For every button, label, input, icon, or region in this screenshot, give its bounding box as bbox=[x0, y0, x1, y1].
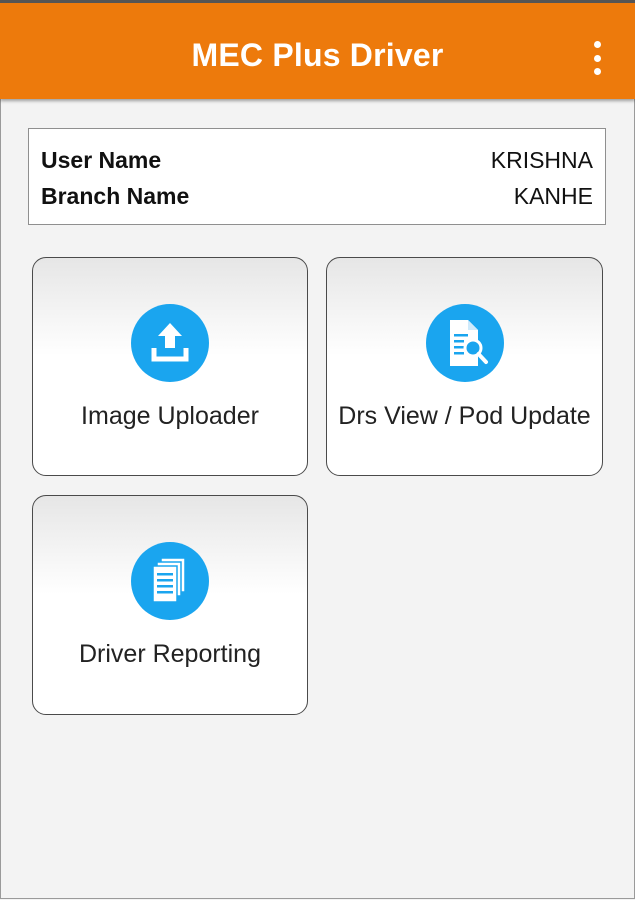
branch-name-label: Branch Name bbox=[41, 182, 190, 209]
document-search-icon bbox=[425, 304, 504, 382]
driver-reporting-tile[interactable]: Driver Reporting bbox=[32, 495, 308, 715]
image-uploader-label: Image Uploader bbox=[81, 402, 259, 430]
image-uploader-tile[interactable]: Image Uploader bbox=[32, 257, 308, 476]
user-info-panel: User Name KRISHNA Branch Name KANHE bbox=[28, 128, 606, 225]
branch-name-value: KANHE bbox=[513, 182, 593, 209]
user-name-value: KRISHNA bbox=[490, 146, 593, 173]
documents-icon bbox=[131, 542, 209, 620]
drs-view-pod-update-tile[interactable]: Drs View / Pod Update bbox=[326, 257, 603, 476]
app-bar: MEC Plus Driver bbox=[0, 0, 635, 99]
more-vert-icon[interactable] bbox=[587, 41, 607, 75]
user-name-row: User Name KRISHNA bbox=[41, 145, 593, 175]
driver-reporting-label: Driver Reporting bbox=[78, 640, 261, 668]
user-name-label: User Name bbox=[41, 146, 162, 173]
app-title: MEC Plus Driver bbox=[191, 37, 444, 73]
drs-view-pod-update-label: Drs View / Pod Update bbox=[338, 402, 591, 430]
upload-icon bbox=[131, 304, 209, 382]
branch-name-row: Branch Name KANHE bbox=[41, 181, 593, 211]
